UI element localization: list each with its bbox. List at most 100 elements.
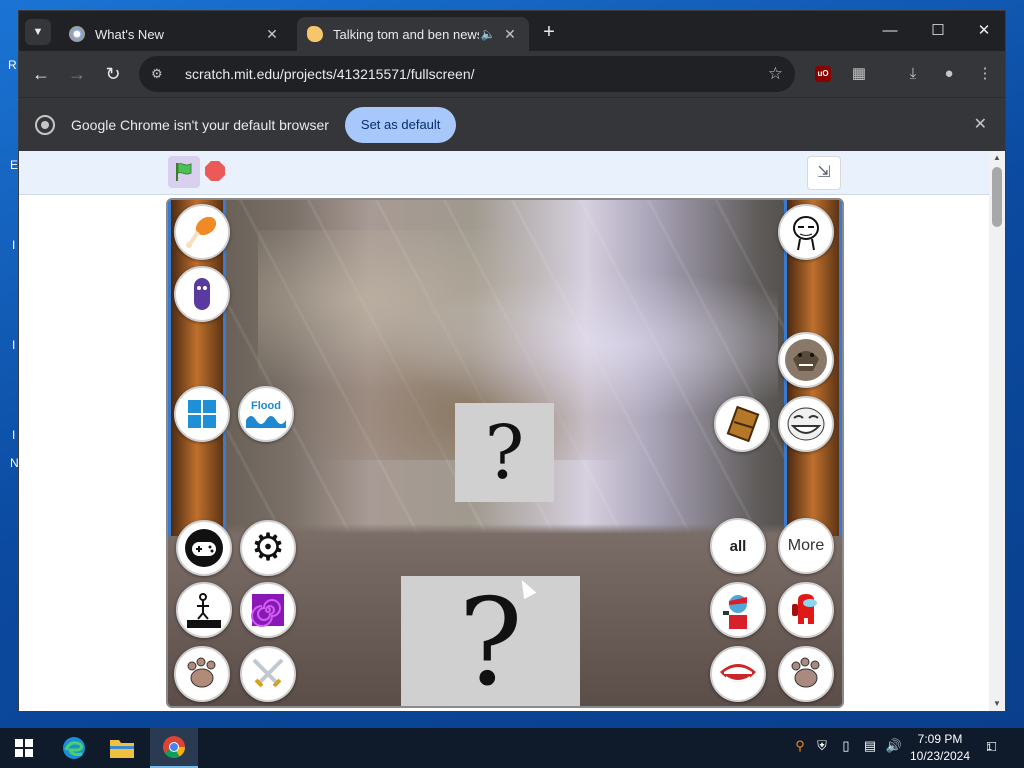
chicken-leg-button[interactable] (174, 204, 230, 260)
purple-creature-icon (194, 278, 210, 310)
chocolate-bar-icon (726, 405, 760, 443)
close-tab-icon[interactable]: ✕ (263, 26, 281, 43)
forward-button[interactable]: → (63, 61, 91, 87)
exit-fullscreen-icon: ⇲ (817, 164, 831, 181)
mouth-button[interactable] (710, 646, 766, 702)
exit-fullscreen-button[interactable]: ⇲ (807, 156, 841, 190)
windows-taskbar: ⚲ ⛨ ▯ ▤ 🔊 7:09 PM 10/23/2024 □1 (0, 728, 1024, 768)
site-info-icon[interactable]: ⚙ (151, 66, 173, 82)
tab-scratch-project[interactable]: Talking tom and ben news f 🔈 ✕ (297, 17, 529, 51)
arrow-right-icon: → (68, 64, 86, 84)
arrow-left-icon: ← (32, 64, 50, 84)
notification-center-icon[interactable]: □1 (984, 738, 1004, 755)
meme-face-button[interactable] (778, 204, 834, 260)
extensions-icon[interactable]: ▦ (847, 63, 871, 85)
reload-button[interactable]: ↻ (99, 61, 127, 87)
scratch-favicon-icon (307, 26, 323, 42)
scratch-page: ⇲ ? ? Flood ⚙ all More (19, 151, 991, 711)
gamepad-icon (185, 529, 223, 567)
among-us-button[interactable] (778, 582, 834, 638)
folder-icon (110, 740, 134, 758)
green-flag-icon (176, 163, 192, 181)
green-flag-button[interactable] (168, 156, 200, 188)
trex-button[interactable] (778, 332, 834, 388)
all-button[interactable]: all (710, 518, 766, 574)
infobar-message: Google Chrome isn't your default browser (71, 116, 329, 133)
purple-creature-button[interactable] (174, 266, 230, 322)
tab-search-button[interactable]: ▼ (25, 19, 51, 45)
security-shield-icon[interactable]: ⛨ (812, 738, 832, 754)
chrome-taskbar-button[interactable] (150, 728, 198, 768)
close-tab-icon[interactable]: ✕ (501, 26, 519, 43)
chrome-favicon-icon (69, 26, 85, 42)
usb-device-icon[interactable]: ▯ (836, 738, 856, 754)
settings-button[interactable]: ⚙ (240, 520, 296, 576)
file-explorer-taskbar-button[interactable] (98, 728, 146, 768)
chrome-window: ▼ What's New ✕ Talking tom and ben news … (18, 10, 1006, 712)
edge-taskbar-button[interactable] (50, 728, 98, 768)
close-window-button[interactable]: ✕ (961, 17, 1007, 45)
tab-strip: ▼ What's New ✕ Talking tom and ben news … (19, 11, 1005, 51)
chicken-leg-icon (186, 216, 217, 248)
paw-icon (187, 657, 216, 688)
clock-date: 10/23/2024 (909, 749, 971, 763)
windows-logo-icon (188, 400, 216, 428)
chrome-logo-icon (35, 114, 55, 135)
tab-whats-new[interactable]: What's New ✕ (59, 17, 291, 51)
close-infobar-icon[interactable]: ✕ (974, 114, 987, 134)
browser-toolbar: ← → ↻ ⚙ scratch.mit.edu/projects/4132155… (19, 51, 1005, 97)
menu-kebab-icon[interactable]: ⋮ (973, 63, 997, 85)
new-tab-button[interactable]: + (537, 21, 561, 45)
scroll-up-icon[interactable]: ▲ (989, 151, 1005, 165)
meme-face-icon (793, 216, 819, 251)
set-as-default-button[interactable]: Set as default (344, 106, 457, 143)
tab-title: What's New (95, 26, 164, 42)
profile-icon[interactable]: ● (937, 63, 961, 85)
stick-figure-button[interactable] (176, 582, 232, 638)
swords-button[interactable] (240, 646, 296, 702)
scroll-down-icon[interactable]: ▼ (989, 697, 1005, 711)
chevron-down-icon: ▼ (32, 26, 44, 38)
stop-button[interactable] (205, 161, 225, 181)
clock-time: 7:09 PM (917, 732, 963, 746)
spiral-icon (251, 594, 284, 627)
gamepad-button[interactable] (176, 520, 232, 576)
page-scrollbar[interactable]: ▲ ▼ (989, 151, 1005, 711)
notification-count: 1 (987, 742, 993, 752)
trollface-button[interactable] (778, 396, 834, 452)
question-box-large[interactable]: ? (401, 574, 580, 706)
minimize-button[interactable]: — (867, 17, 913, 45)
edge-icon (63, 737, 85, 759)
address-bar[interactable]: ⚙ scratch.mit.edu/projects/413215571/ful… (139, 56, 795, 92)
paw-left-button[interactable] (174, 646, 230, 702)
start-button[interactable] (0, 728, 48, 768)
flood-icon (246, 416, 286, 428)
ublock-extension-icon[interactable]: uO (811, 63, 835, 85)
stick-figure-icon (187, 593, 221, 628)
paw-right-button[interactable] (778, 646, 834, 702)
question-box-small[interactable]: ? (455, 403, 554, 502)
download-icon[interactable]: ⤓ (901, 63, 925, 85)
maximize-button[interactable]: ☐ (915, 17, 961, 45)
chocolate-button[interactable] (714, 396, 770, 452)
back-button[interactable]: ← (27, 61, 55, 87)
spiral-button[interactable] (240, 582, 296, 638)
fnf-character-icon (723, 595, 747, 629)
system-clock[interactable]: 7:09 PM 10/23/2024 (900, 731, 980, 765)
fnf-button[interactable] (710, 582, 766, 638)
scratch-controls: ⇲ (19, 151, 991, 195)
network-icon[interactable]: ▤ (860, 738, 880, 754)
among-us-icon (792, 594, 817, 624)
tab-title: Talking tom and ben news f (333, 26, 479, 42)
search-tray-icon[interactable]: ⚲ (790, 738, 810, 754)
scrollbar-thumb[interactable] (992, 167, 1002, 227)
reload-icon: ↻ (105, 64, 121, 84)
bookmark-star-icon[interactable]: ☆ (768, 64, 783, 84)
speaker-icon[interactable]: 🔈 (479, 27, 497, 41)
url-text[interactable]: scratch.mit.edu/projects/413215571/fulls… (185, 66, 768, 82)
project-stage[interactable]: ? ? Flood ⚙ all More (166, 198, 844, 708)
more-button[interactable]: More (778, 518, 834, 574)
mouth-icon (720, 664, 756, 682)
windows-button[interactable] (174, 386, 230, 442)
flood-button[interactable]: Flood (238, 386, 294, 442)
